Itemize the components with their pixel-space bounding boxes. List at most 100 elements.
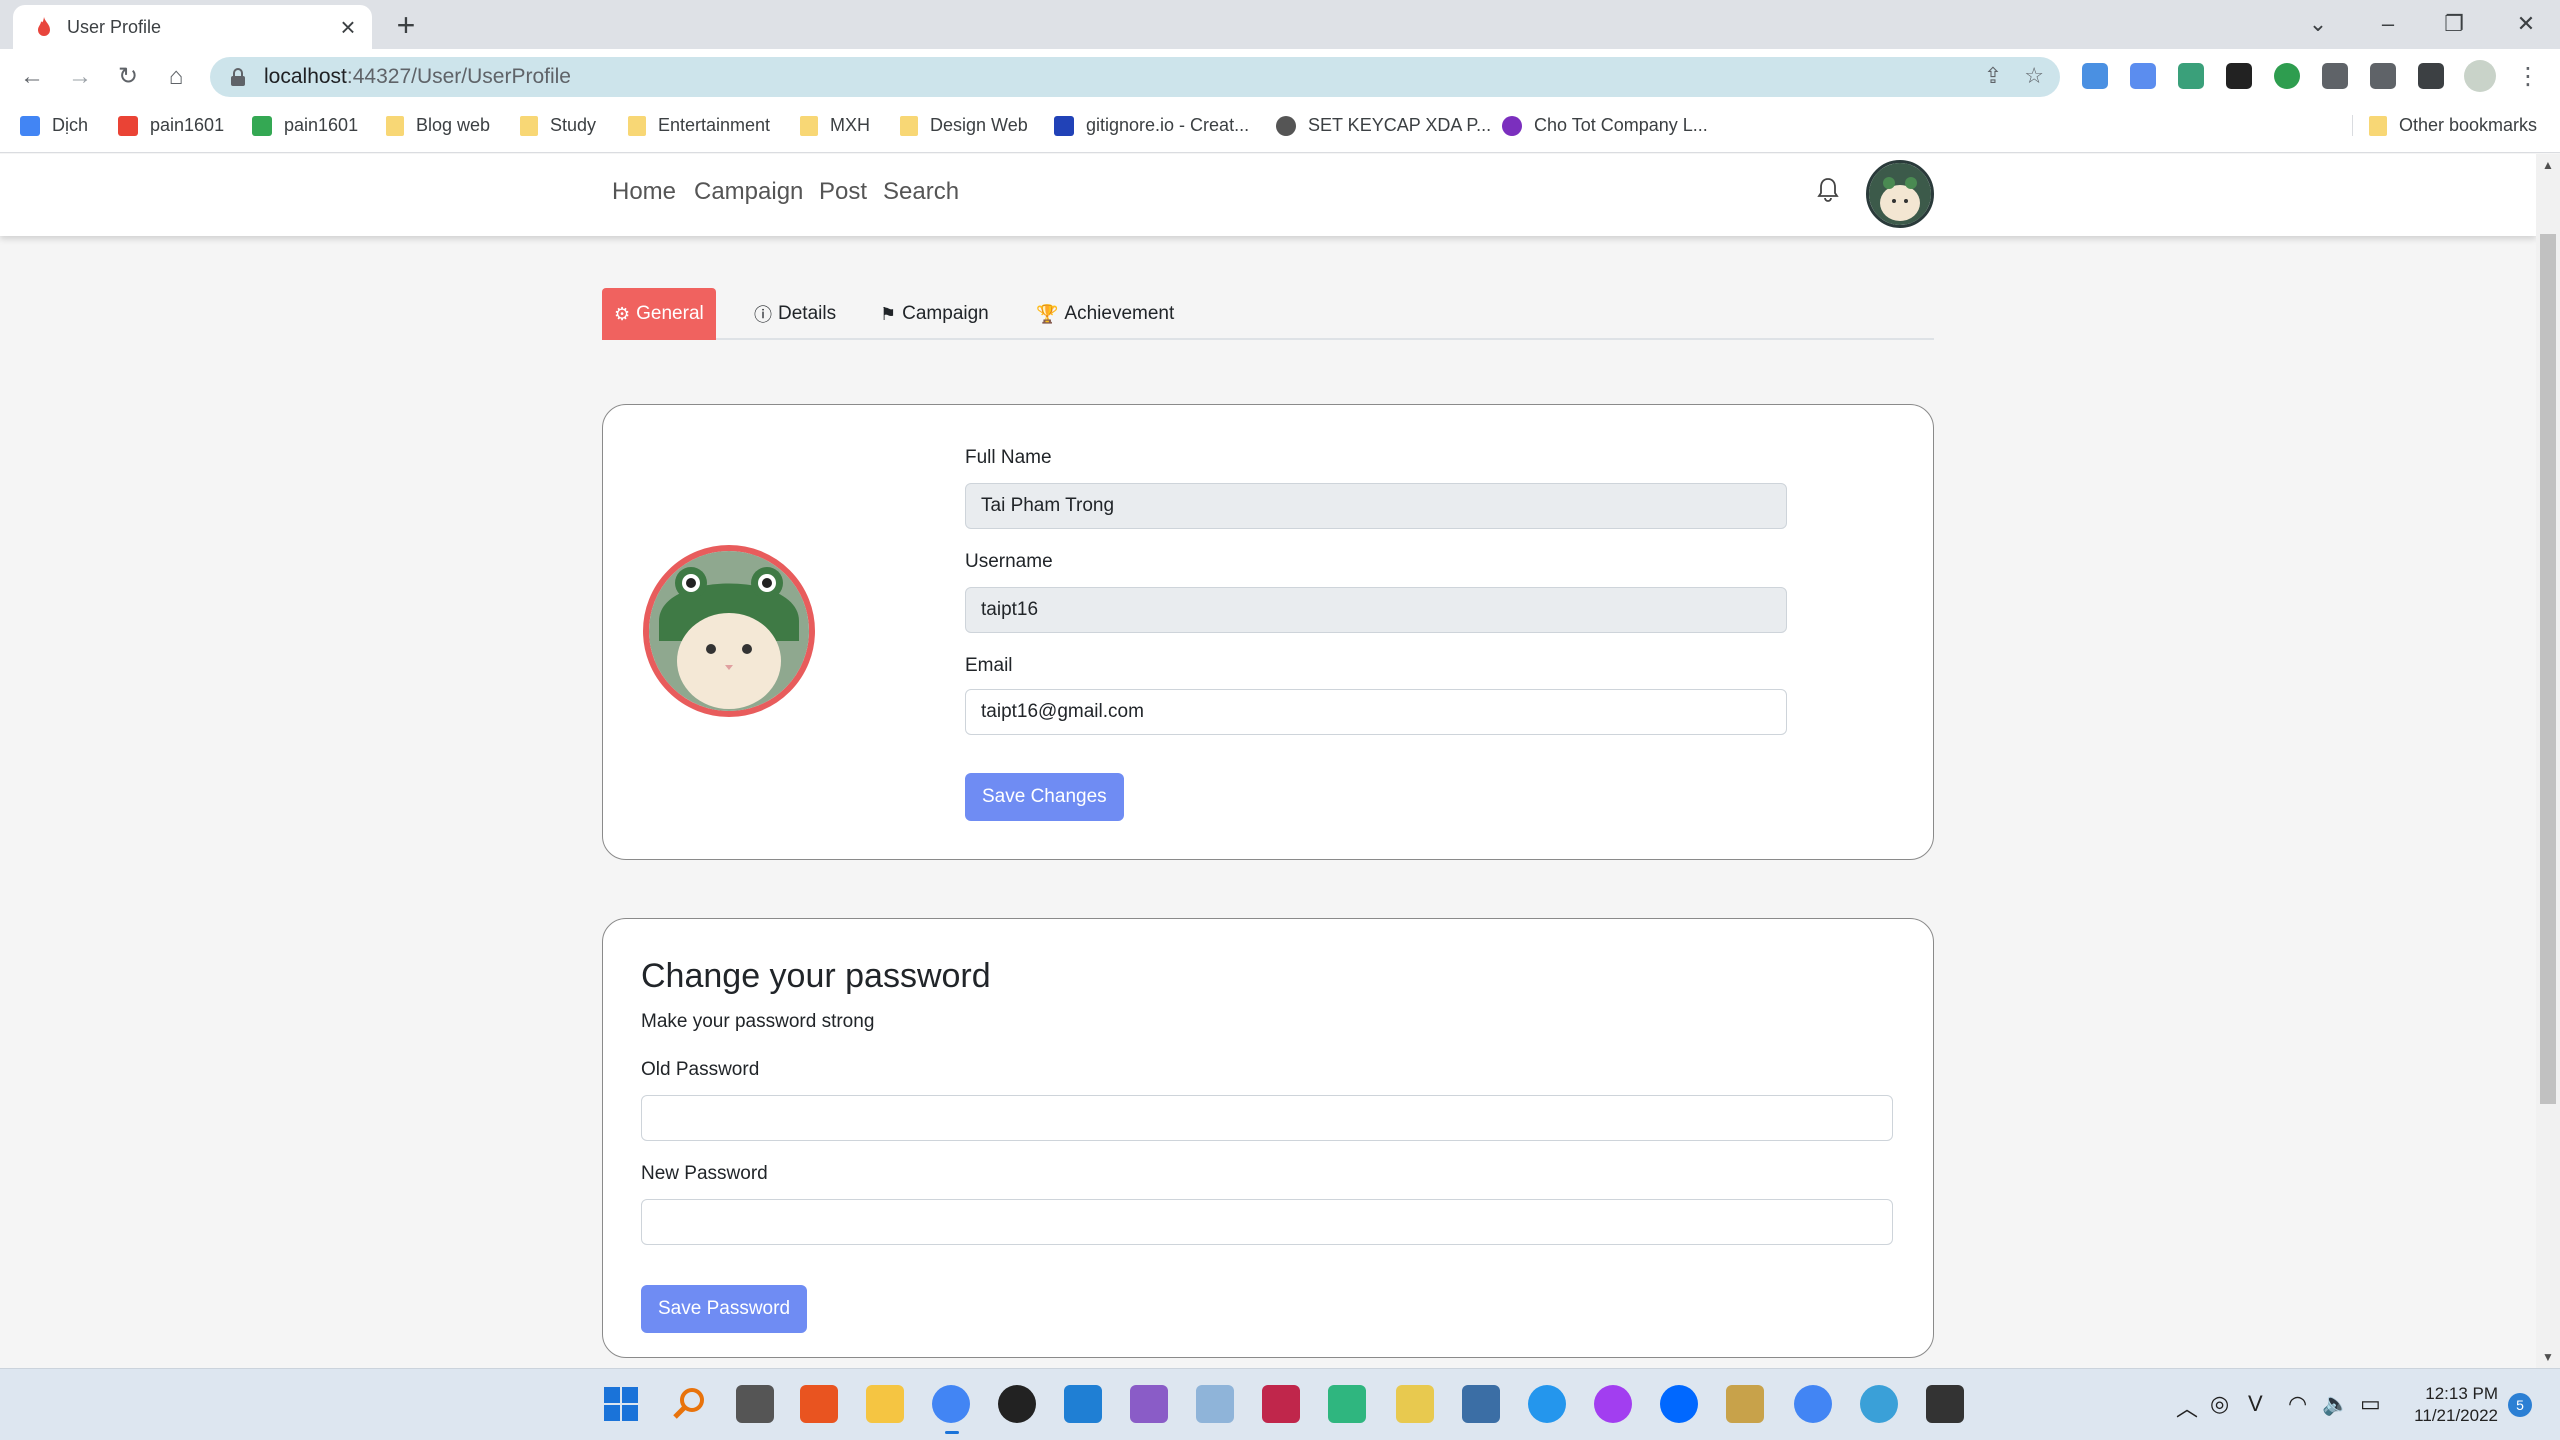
chrome-icon[interactable] (932, 1385, 970, 1423)
other-bookmarks[interactable]: Other bookmarks (2352, 115, 2537, 136)
folder-icon (2369, 115, 2387, 136)
address-bar[interactable]: localhost:44327/User/UserProfile ⇪ ☆ (210, 57, 2060, 97)
tray-v-icon[interactable]: V (2248, 1391, 2263, 1417)
kali-icon[interactable] (736, 1385, 774, 1423)
nav-campaign-link[interactable]: Campaign (694, 178, 803, 206)
page-scrollbar[interactable]: ▲ ▼ (2536, 154, 2560, 1368)
forward-icon[interactable]: → (62, 59, 98, 95)
page-viewport: Home Campaign Post Search ⚙ General ⓘ Deta… (0, 154, 2560, 1368)
sql-tool-icon[interactable] (1396, 1385, 1434, 1423)
email-field[interactable]: taipt16@gmail.com (965, 689, 1787, 735)
menu-kebab-icon[interactable]: ⋮ (2510, 59, 2546, 95)
bookmark-item[interactable]: SET KEYCAP XDA P... (1276, 115, 1491, 136)
rider-icon[interactable] (1262, 1385, 1300, 1423)
extension-drop-icon[interactable] (2082, 63, 2108, 89)
nav-post-link[interactable]: Post (819, 178, 867, 206)
home-icon[interactable]: ⌂ (158, 59, 194, 95)
notification-badge[interactable]: 5 (2508, 1393, 2532, 1417)
new-password-field[interactable] (641, 1199, 1893, 1245)
docker-icon[interactable] (1528, 1385, 1566, 1423)
folder-icon (800, 115, 818, 136)
bookmark-star-icon[interactable]: ☆ (2024, 63, 2044, 89)
share-icon[interactable]: ⇪ (1984, 63, 2002, 89)
new-tab-button[interactable]: + (388, 8, 424, 44)
system-clock[interactable]: 12:13 PM 11/21/2022 (2400, 1383, 2498, 1427)
terminal-icon[interactable] (1926, 1385, 1964, 1423)
bookmark-item[interactable]: Dịch (20, 115, 88, 136)
back-icon[interactable]: ← (14, 59, 50, 95)
bookmark-item[interactable]: Blog web (386, 115, 490, 136)
visual-studio-icon[interactable] (1130, 1385, 1168, 1423)
old-password-field[interactable] (641, 1095, 1893, 1141)
tab-close-icon[interactable]: × (332, 11, 364, 43)
reload-icon[interactable]: ↻ (110, 59, 146, 95)
vscode-icon[interactable] (1064, 1385, 1102, 1423)
bookmark-item[interactable]: Design Web (900, 115, 1028, 136)
datagrip-icon[interactable] (1328, 1385, 1366, 1423)
extension-glasses-icon[interactable] (2226, 63, 2252, 89)
tray-chevron-icon[interactable]: ︿ (2176, 1391, 2198, 1423)
github-icon[interactable] (998, 1385, 1036, 1423)
tab-details[interactable]: ⓘ Details (742, 288, 848, 340)
ubuntu-icon[interactable] (800, 1385, 838, 1423)
keycap-icon (1276, 115, 1296, 136)
bookmark-item[interactable]: MXH (800, 115, 870, 136)
tab-achievement[interactable]: 🏆 Achievement (1024, 288, 1186, 340)
bookmark-item[interactable]: pain1601 (118, 115, 224, 136)
windows-start-icon[interactable] (602, 1385, 640, 1423)
bookmark-item[interactable]: Study (520, 115, 596, 136)
restore-button[interactable]: ❐ (2430, 6, 2478, 42)
browser-toolbar: ← → ↻ ⌂ localhost:44327/User/UserProfile… (0, 49, 2560, 105)
zalo-icon[interactable] (1660, 1385, 1698, 1423)
tab-campaign[interactable]: ⚑ Campaign (868, 288, 1001, 340)
file-explorer-icon[interactable] (866, 1385, 904, 1423)
extension-translate-icon[interactable] (2130, 63, 2156, 89)
lock-icon (230, 68, 246, 86)
change-password-card: Change your password Make your password … (602, 918, 1934, 1358)
scrollbar-thumb[interactable] (2540, 234, 2556, 1104)
profile-avatar-icon[interactable] (2464, 60, 2496, 92)
bookmark-item[interactable]: Entertainment (628, 115, 770, 136)
trophy-icon: 🏆 (1036, 303, 1059, 324)
minimize-button[interactable]: – (2364, 6, 2412, 42)
browser-tab[interactable]: User Profile × (13, 5, 372, 49)
tab-general[interactable]: ⚙ General (602, 288, 716, 340)
password-subtitle: Make your password strong (641, 1011, 875, 1032)
chrome-profile-icon[interactable] (1794, 1385, 1832, 1423)
username-field[interactable]: taipt16 (965, 587, 1787, 633)
bookmark-item[interactable]: Cho Tot Company L... (1502, 115, 1708, 136)
folder-icon (520, 115, 538, 136)
wifi-icon[interactable]: ◠ (2288, 1391, 2307, 1417)
full-name-field[interactable]: Tai Pham Trong (965, 483, 1787, 529)
battery-icon[interactable]: ▭ (2360, 1391, 2381, 1417)
save-changes-button[interactable]: Save Changes (965, 773, 1124, 821)
bell-icon[interactable] (1816, 176, 1840, 204)
extension-s-icon[interactable] (2178, 63, 2204, 89)
tab-search-icon[interactable]: ⌄ (2294, 6, 2342, 42)
extension-shield-icon[interactable] (2274, 63, 2300, 89)
mysql-workbench-icon[interactable] (1462, 1385, 1500, 1423)
bookmark-item[interactable]: pain1601 (252, 115, 358, 136)
general-info-card: Full Name Tai Pham Trong Username taipt1… (602, 404, 1934, 860)
user-avatar[interactable] (1866, 160, 1934, 228)
extensions-puzzle-icon[interactable] (2322, 63, 2348, 89)
tray-app-icon[interactable]: ◎ (2210, 1391, 2229, 1417)
scroll-up-icon[interactable]: ▲ (2542, 158, 2554, 172)
nav-search-link[interactable]: Search (883, 178, 959, 206)
folder-icon (900, 115, 918, 136)
volume-icon[interactable]: 🔈 (2322, 1391, 2349, 1417)
box-app-icon[interactable] (1196, 1385, 1234, 1423)
gmail-icon (118, 115, 138, 136)
side-panel-icon[interactable] (2418, 63, 2444, 89)
search-icon[interactable] (670, 1385, 708, 1423)
reading-list-icon[interactable] (2370, 63, 2396, 89)
nav-home-link[interactable]: Home (612, 178, 676, 206)
messenger-icon[interactable] (1594, 1385, 1632, 1423)
scroll-down-icon[interactable]: ▼ (2542, 1350, 2554, 1364)
save-password-button[interactable]: Save Password (641, 1285, 808, 1333)
league-icon[interactable] (1726, 1385, 1764, 1423)
paint-icon[interactable] (1860, 1385, 1898, 1423)
site-navbar: Home Campaign Post Search (0, 154, 2536, 236)
close-window-button[interactable]: ✕ (2502, 6, 2550, 42)
bookmark-item[interactable]: gitignore.io - Creat... (1054, 115, 1249, 136)
